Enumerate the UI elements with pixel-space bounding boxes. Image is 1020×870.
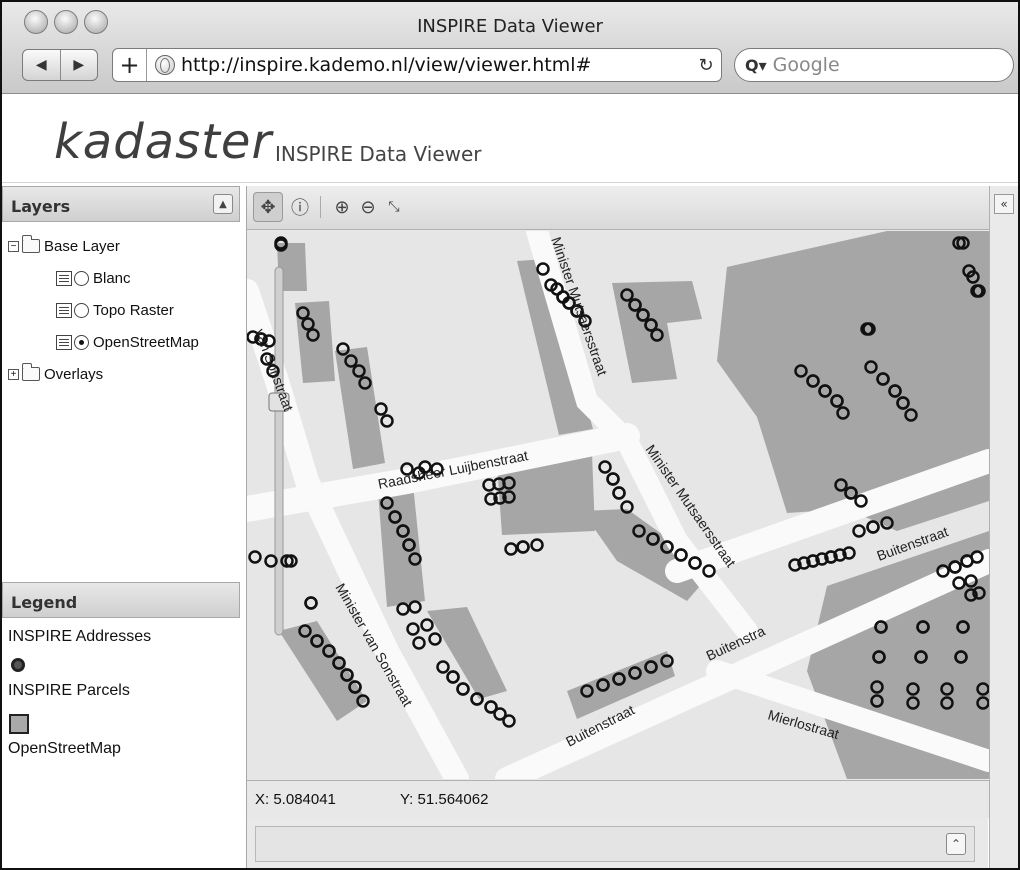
info-icon[interactable]: ⓘ [285,192,315,222]
tree-label: Blanc [93,269,131,287]
search-input[interactable]: Google [773,54,840,76]
tree-node-base-layer[interactable]: − Base Layer [8,230,199,262]
back-button[interactable]: ◀ [23,50,61,80]
add-bookmark-button[interactable]: + [113,49,147,81]
tree-node-overlays[interactable]: + Overlays [8,358,199,390]
bottom-panel: ⌃ [255,826,975,862]
layers-panel-title: Layers [11,197,71,216]
tree-label: Base Layer [44,237,120,255]
legend-body: INSPIRE Addresses INSPIRE Parcels OpenSt… [8,628,151,768]
layer-item-topo-raster[interactable]: Topo Raster [8,294,199,326]
window-title: INSPIRE Data Viewer [417,16,603,37]
map-panel: ✥ ⓘ ⊕ ⊖ ⤡ Minister Mutsaersstraat Raadsh… [246,186,989,868]
folder-icon [22,363,40,381]
collapse-layers-button[interactable]: ▲ [213,194,233,214]
legend-panel-title: Legend [11,593,78,612]
layer-tree: − Base Layer Blanc Topo Raster OpenStree… [8,230,199,390]
map-canvas[interactable]: Minister Mutsaersstraat Raadsheer Luijbe… [247,231,989,779]
full-extent-icon[interactable]: ⤡ [379,192,409,222]
zoom-slider-track [274,266,284,636]
left-sidebar: Layers ▲ − Base Layer Blanc Topo Raster [2,186,242,868]
coordinate-readout: X: 5.084041 Y: 51.564062 [247,780,989,818]
app-subtitle: INSPIRE Data Viewer [275,142,482,166]
folder-icon [22,235,40,253]
nav-buttons: ◀ ▶ [22,49,98,81]
expand-node-icon[interactable]: + [8,368,19,380]
layer-radio-openstreetmap[interactable] [74,334,89,350]
browser-window: INSPIRE Data Viewer ◀ ▶ + http://inspire… [0,0,1020,870]
collapse-node-icon[interactable]: − [8,240,19,252]
legend-icon [56,334,72,350]
address-point-icon [11,658,25,672]
globe-icon [155,55,175,75]
tree-label: Topo Raster [93,301,174,319]
legend-icon [56,270,72,286]
legend-icon [56,302,72,318]
x-coordinate: X: 5.084041 [255,791,336,808]
kadaster-logo: kadaster [54,114,273,170]
layer-radio-blanc[interactable] [74,270,89,286]
legend-label: INSPIRE Parcels [8,682,130,699]
layer-item-openstreetmap[interactable]: OpenStreetMap [8,326,199,358]
tree-label: Overlays [44,365,104,383]
right-collapsed-panel: « [989,186,1018,868]
layer-radio-topo-raster[interactable] [74,302,89,318]
search-icon: Q▾ [745,55,767,75]
legend-label: INSPIRE Addresses [8,628,152,645]
toolbar-divider [320,196,321,218]
legend-label: OpenStreetMap [8,740,121,757]
map-toolbar: ✥ ⓘ ⊕ ⊖ ⤡ [247,186,989,230]
legend-panel-header: Legend [2,582,240,618]
forward-button[interactable]: ▶ [61,50,98,80]
url-field[interactable]: http://inspire.kademo.nl/view/viewer.htm… [181,54,691,76]
window-titlebar: INSPIRE Data Viewer ◀ ▶ + http://inspire… [2,2,1018,94]
layers-panel-header: Layers ▲ [2,186,240,222]
address-bar[interactable]: + http://inspire.kademo.nl/view/viewer.h… [112,48,722,82]
search-box[interactable]: Q▾ Google [734,48,1014,82]
reload-button[interactable]: ↻ [691,55,721,76]
layer-item-blanc[interactable]: Blanc [8,262,199,294]
pan-icon[interactable]: ✥ [253,192,283,222]
parcel-square-icon [9,714,29,734]
expand-panel-button[interactable]: ⌃ [946,833,966,855]
expand-right-panel-button[interactable]: « [994,194,1014,214]
tree-label: OpenStreetMap [93,333,199,351]
y-coordinate: Y: 51.564062 [400,791,489,808]
